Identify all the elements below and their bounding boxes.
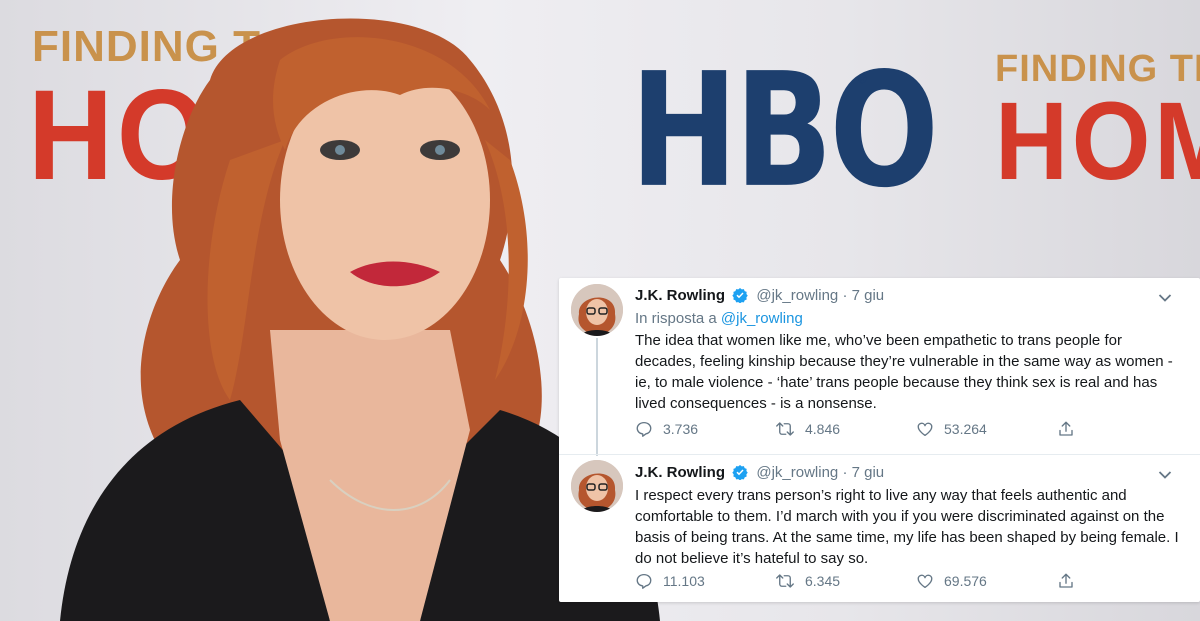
reply-icon <box>635 572 653 590</box>
retweet-icon <box>775 572 795 590</box>
tweet-actions: 11.103 6.345 69.576 <box>635 572 1155 594</box>
share-button[interactable] <box>1057 572 1075 590</box>
author-handle[interactable]: @jk_rowling <box>756 464 838 481</box>
reply-context: In risposta a @jk_rowling <box>635 310 803 327</box>
tweet-thread-card: J.K. Rowling @jk_rowling · 7 giu In risp… <box>559 278 1200 602</box>
author-avatar[interactable] <box>571 284 623 336</box>
like-button[interactable]: 53.264 <box>916 420 987 438</box>
tweet-1[interactable]: J.K. Rowling @jk_rowling · 7 giu In risp… <box>559 278 1200 456</box>
tweet-header: J.K. Rowling @jk_rowling · 7 giu <box>635 287 884 307</box>
reply-prefix-label: In risposta a <box>635 310 717 327</box>
retweet-button[interactable]: 6.345 <box>775 572 840 590</box>
share-icon <box>1057 572 1075 590</box>
retweet-icon <box>775 420 795 438</box>
tweet-header: J.K. Rowling @jk_rowling · 7 giu <box>635 464 884 484</box>
tweet-date[interactable]: 7 giu <box>852 464 885 481</box>
like-count: 69.576 <box>944 573 987 589</box>
like-heart-icon <box>916 572 934 590</box>
reply-count: 11.103 <box>663 573 705 589</box>
chevron-down-icon[interactable] <box>1158 290 1172 308</box>
reply-button[interactable]: 11.103 <box>635 572 705 590</box>
author-handle[interactable]: @jk_rowling <box>756 287 838 304</box>
retweet-count: 6.345 <box>805 573 841 589</box>
thread-connector-line <box>596 338 598 456</box>
retweet-count: 4.846 <box>805 421 841 437</box>
author-name[interactable]: J.K. Rowling <box>635 287 725 304</box>
verified-badge-icon <box>732 464 748 484</box>
reply-icon <box>635 420 653 438</box>
tweet-text: I respect every trans person’s right to … <box>635 487 1179 567</box>
like-button[interactable]: 69.576 <box>916 572 987 590</box>
tweet-actions: 3.736 4.846 53.264 <box>635 420 1155 442</box>
separator-dot: · <box>842 464 848 481</box>
like-heart-icon <box>916 420 934 438</box>
hbo-registered-mark: ® <box>858 72 867 86</box>
retweet-button[interactable]: 4.846 <box>775 420 840 438</box>
reply-button[interactable]: 3.736 <box>635 420 698 438</box>
share-icon <box>1057 420 1075 438</box>
verified-badge-icon <box>732 287 748 307</box>
hbo-logo: HBO <box>630 40 939 223</box>
reply-count: 3.736 <box>663 421 699 437</box>
tweet-text: The idea that women like me, who’ve been… <box>635 332 1173 412</box>
share-button[interactable] <box>1057 420 1075 438</box>
author-avatar[interactable] <box>571 460 623 512</box>
tweet-2[interactable]: J.K. Rowling @jk_rowling · 7 giu I respe… <box>559 454 1200 603</box>
chevron-down-icon[interactable] <box>1158 467 1172 485</box>
like-count: 53.264 <box>944 421 987 437</box>
author-name[interactable]: J.K. Rowling <box>635 464 725 481</box>
separator-dot: · <box>842 287 848 304</box>
tweet-date[interactable]: 7 giu <box>852 287 885 304</box>
reply-to-handle-link[interactable]: @jk_rowling <box>721 310 803 327</box>
banner-text-right-large: HOM <box>995 80 1200 203</box>
